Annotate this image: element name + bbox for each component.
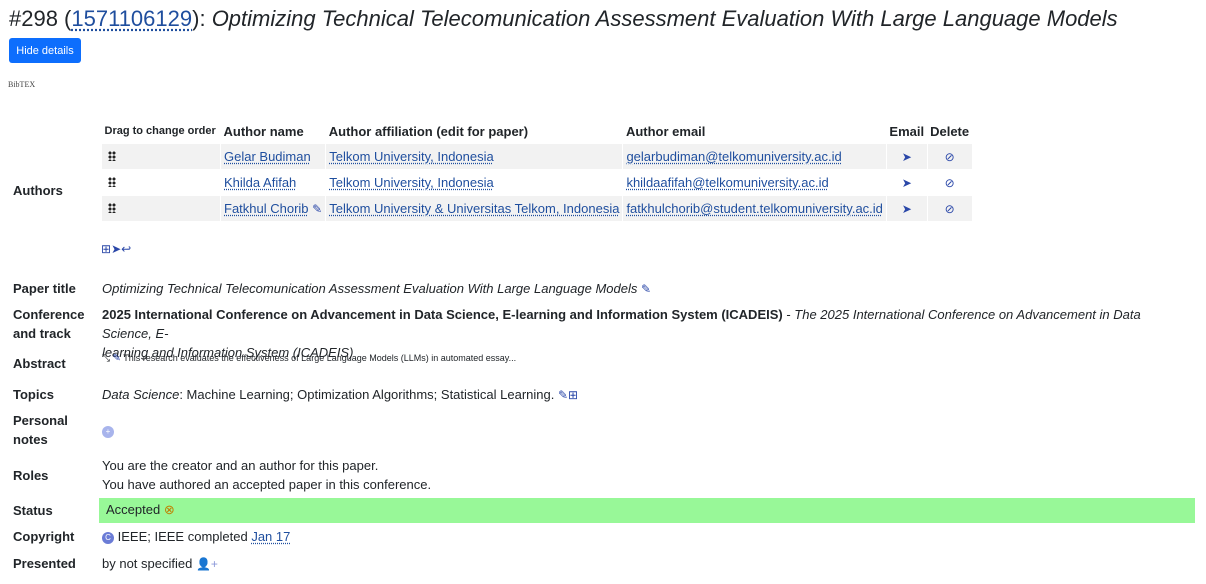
roles-label: Roles bbox=[13, 468, 49, 483]
col-author-name: Author name bbox=[223, 123, 304, 139]
presented-value: by not specified 👤+ bbox=[102, 554, 218, 574]
abstract-value: ⤡ ✎ This research evaluates the effectiv… bbox=[102, 349, 516, 368]
hide-details-button[interactable]: Hide details bbox=[9, 38, 81, 63]
topics-value: Data Science: Machine Learning; Optimiza… bbox=[102, 385, 578, 405]
author-name-link[interactable]: Fatkhul Chorib bbox=[224, 201, 309, 216]
table-row: Khilda Afifah Telkom University, Indones… bbox=[101, 169, 973, 196]
col-drag: Drag to change order bbox=[104, 125, 216, 137]
roles-value: You are the creator and an author for th… bbox=[102, 456, 431, 494]
drag-handle-icon[interactable] bbox=[108, 151, 116, 161]
personal-notes-value: + bbox=[102, 421, 114, 440]
col-email-action: Email bbox=[889, 123, 925, 139]
affiliation-link[interactable]: Telkom University, Indonesia bbox=[329, 175, 494, 190]
reply-icon[interactable]: ↩ bbox=[121, 242, 131, 256]
author-email-link[interactable]: gelarbudiman@telkomuniversity.ac.id bbox=[626, 149, 841, 164]
add-presenter-icon[interactable]: 👤+ bbox=[196, 557, 218, 571]
col-delete: Delete bbox=[930, 123, 970, 139]
paper-id-link[interactable]: 1571106129 bbox=[71, 6, 192, 31]
send-email-icon[interactable]: ➤ bbox=[902, 150, 912, 164]
send-email-icon[interactable]: ➤ bbox=[902, 176, 912, 190]
remove-author-icon[interactable]: ⊘ bbox=[945, 176, 955, 190]
edit-abstract-icon[interactable]: ✎ bbox=[113, 353, 121, 364]
status-bar bbox=[99, 498, 1195, 523]
paper-title-heading: Optimizing Technical Telecomunication As… bbox=[211, 6, 1118, 31]
abstract-text: This research evaluates the effectivenes… bbox=[123, 353, 517, 363]
copyright-value: C IEEE; IEEE completed Jan 17 bbox=[102, 527, 290, 546]
personal-notes-label-1: Personal bbox=[13, 413, 68, 428]
conference-label-2: and track bbox=[13, 326, 71, 341]
author-email-link[interactable]: fatkhulchorib@student.telkomuniversity.a… bbox=[626, 201, 882, 216]
paper-title-label: Paper title bbox=[13, 281, 76, 296]
bibtex-link[interactable]: BibTEX bbox=[8, 80, 35, 89]
paper-title-value: Optimizing Technical Telecomunication As… bbox=[102, 279, 651, 299]
page-title: #298 (1571106129): Optimizing Technical … bbox=[9, 6, 1118, 32]
remove-author-icon[interactable]: ⊘ bbox=[945, 202, 955, 216]
withdraw-icon[interactable]: ⊗ bbox=[164, 502, 175, 517]
edit-title-icon[interactable]: ✎ bbox=[641, 282, 651, 296]
remove-author-icon[interactable]: ⊘ bbox=[945, 150, 955, 164]
status-text: Accepted bbox=[106, 502, 161, 517]
affiliation-link[interactable]: Telkom University, Indonesia bbox=[329, 149, 494, 164]
copyright-date-link[interactable]: Jan 17 bbox=[251, 529, 290, 544]
drag-handle-icon[interactable] bbox=[108, 203, 116, 213]
topic-area: Data Science bbox=[102, 387, 180, 402]
copyright-text: IEEE; IEEE completed bbox=[117, 529, 252, 544]
drag-handle-icon[interactable] bbox=[108, 177, 116, 187]
copyright-icon: C bbox=[102, 532, 114, 544]
expand-icon[interactable]: ⤡ bbox=[102, 353, 110, 364]
presented-label: Presented bbox=[13, 556, 76, 571]
email-all-icon[interactable]: ➤ bbox=[111, 242, 121, 256]
conference-name: 2025 International Conference on Advance… bbox=[102, 307, 783, 322]
author-name-link[interactable]: Gelar Budiman bbox=[224, 149, 311, 164]
send-email-icon[interactable]: ➤ bbox=[902, 202, 912, 216]
personal-notes-label-2: notes bbox=[13, 432, 48, 447]
topics-label: Topics bbox=[13, 387, 54, 402]
affiliation-link[interactable]: Telkom University & Universitas Telkom, … bbox=[329, 201, 619, 216]
add-note-icon[interactable]: + bbox=[102, 426, 114, 438]
add-topic-icon[interactable]: ⊞ bbox=[568, 388, 578, 402]
conference-label-1: Conference bbox=[13, 307, 85, 322]
edit-topics-icon[interactable]: ✎ bbox=[558, 388, 568, 402]
roles-line-1: You are the creator and an author for th… bbox=[102, 458, 379, 473]
roles-line-2: You have authored an accepted paper in t… bbox=[102, 477, 432, 492]
presented-text: by not specified bbox=[102, 556, 193, 571]
author-actions: ⊞➤↩ bbox=[101, 241, 131, 256]
author-name-link[interactable]: Khilda Afifah bbox=[224, 175, 296, 190]
authors-label: Authors bbox=[13, 183, 63, 198]
author-email-link[interactable]: khildaafifah@telkomuniversity.ac.id bbox=[626, 175, 828, 190]
abstract-label: Abstract bbox=[13, 356, 66, 371]
col-affiliation: Author affiliation (edit for paper) bbox=[328, 123, 529, 139]
status-label: Status bbox=[13, 503, 53, 518]
col-email: Author email bbox=[625, 123, 706, 139]
title-separator: ): bbox=[192, 6, 212, 31]
paper-number: #298 ( bbox=[9, 6, 72, 31]
add-author-icon[interactable]: ⊞ bbox=[101, 242, 111, 256]
conference-sep: - bbox=[782, 307, 795, 322]
authors-table: Drag to change order Author name Author … bbox=[101, 119, 973, 222]
copyright-label: Copyright bbox=[13, 529, 75, 544]
topic-list: : Machine Learning; Optimization Algorit… bbox=[179, 387, 555, 402]
edit-icon[interactable]: ✎ bbox=[312, 202, 322, 216]
paper-title-text: Optimizing Technical Telecomunication As… bbox=[102, 281, 638, 296]
status-value: Accepted ⊗ bbox=[106, 502, 175, 518]
table-row: Fatkhul Chorib ✎ Telkom University & Uni… bbox=[101, 195, 973, 222]
table-row: Gelar Budiman Telkom University, Indones… bbox=[101, 143, 973, 170]
